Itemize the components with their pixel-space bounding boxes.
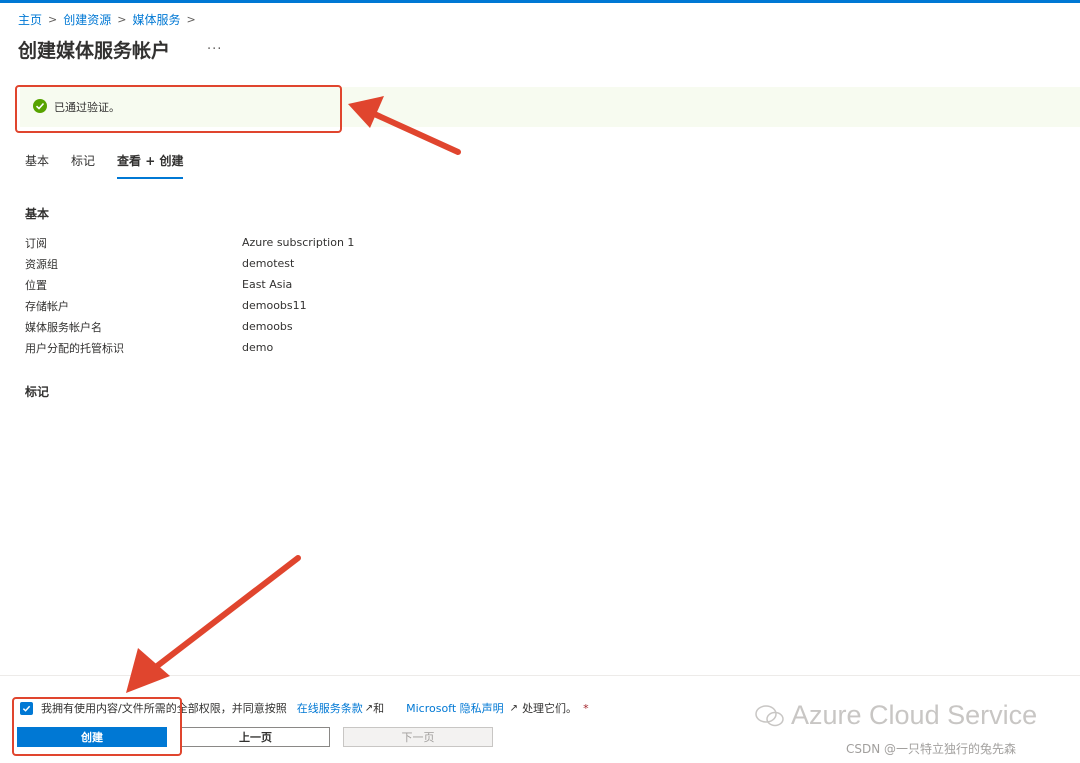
breadcrumb-media-services[interactable]: 媒体服务	[132, 11, 180, 28]
external-link-icon: ↗	[364, 702, 374, 714]
detail-row: 位置 East Asia	[25, 274, 354, 295]
chevron-right-icon: >	[186, 13, 196, 26]
detail-value: demoobs	[242, 320, 293, 333]
detail-key: 存储帐户	[25, 299, 69, 313]
required-mark: *	[583, 701, 589, 715]
watermark-brand: Azure Cloud Service	[791, 700, 1038, 730]
detail-key: 订阅	[25, 236, 47, 250]
chevron-right-icon: >	[48, 13, 58, 26]
annotation-arrow	[348, 96, 461, 155]
detail-key: 用户分配的托管标识	[25, 341, 124, 355]
detail-value: demoobs11	[242, 299, 307, 312]
consent-and: 和	[373, 702, 385, 715]
detail-row: 存储帐户 demoobs11	[25, 295, 354, 316]
watermark: Azure Cloud Service	[755, 700, 1037, 731]
wizard-tabs: 基本 标记 查看 + 创建	[25, 152, 205, 179]
detail-row: 用户分配的托管标识 demo	[25, 337, 354, 358]
detail-key: 资源组	[25, 257, 58, 271]
tab-basics[interactable]: 基本	[25, 152, 49, 179]
detail-value: Azure subscription 1	[242, 236, 355, 249]
top-accent-bar	[0, 0, 1080, 3]
detail-value: East Asia	[242, 278, 293, 291]
detail-value: demo	[242, 341, 274, 354]
annotation-box	[15, 85, 342, 133]
detail-row: 资源组 demotest	[25, 253, 354, 274]
detail-key: 媒体服务帐户名	[25, 320, 102, 334]
privacy-link[interactable]: Microsoft 隐私声明	[406, 700, 504, 716]
external-link-icon: ↗	[509, 702, 519, 714]
breadcrumb-home[interactable]: 主页	[18, 11, 42, 28]
section-title-tags: 标记	[25, 385, 50, 399]
tab-tags[interactable]: 标记	[71, 152, 95, 179]
annotation-box	[12, 697, 182, 756]
detail-row: 订阅 Azure subscription 1	[25, 232, 354, 253]
detail-key: 位置	[25, 278, 47, 292]
wechat-icon	[755, 704, 784, 726]
details-list: 订阅 Azure subscription 1 资源组 demotest 位置 …	[25, 232, 354, 358]
detail-row: 媒体服务帐户名 demoobs	[25, 316, 354, 337]
previous-button[interactable]: 上一页	[181, 727, 330, 747]
breadcrumb-create-resource[interactable]: 创建资源	[63, 11, 111, 28]
more-options-button[interactable]: ...	[207, 38, 222, 53]
page-title: 创建媒体服务帐户	[18, 40, 171, 62]
watermark-credit: CSDN @一只特立独行的兔先森	[846, 742, 1017, 756]
terms-link[interactable]: 在线服务条款	[297, 700, 363, 716]
section-title-basics: 基本	[25, 207, 50, 221]
chevron-right-icon: >	[117, 13, 127, 26]
tab-review-create[interactable]: 查看 + 创建	[117, 152, 184, 179]
detail-value: demotest	[242, 257, 295, 270]
next-button[interactable]: 下一页	[343, 727, 493, 747]
breadcrumb: 主页 > 创建资源 > 媒体服务 >	[18, 11, 196, 28]
consent-suffix: 处理它们。	[522, 702, 578, 715]
annotation-arrow	[126, 555, 301, 693]
